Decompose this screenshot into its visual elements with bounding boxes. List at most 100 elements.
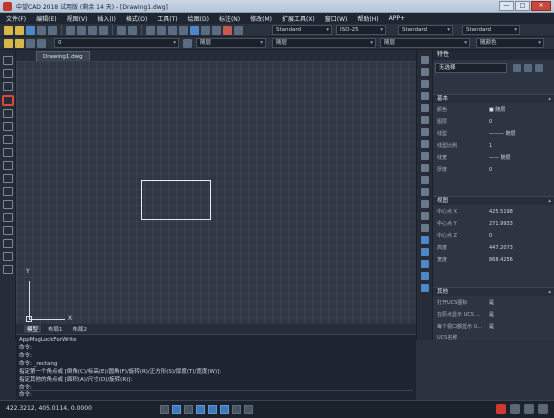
osnap-toggle-icon[interactable]	[208, 405, 217, 414]
property-row[interactable]: 宽度 868.4256	[433, 255, 554, 265]
region-icon[interactable]	[3, 239, 13, 248]
erase-icon[interactable]	[421, 56, 429, 64]
match-properties-icon[interactable]	[99, 25, 108, 35]
tab-model[interactable]: 模型	[24, 325, 42, 333]
new-file-icon[interactable]	[4, 25, 13, 35]
trim-icon[interactable]	[421, 164, 429, 172]
menu-window[interactable]: 窗口(W)	[325, 14, 348, 23]
circle-icon[interactable]	[3, 122, 13, 131]
clean-screen-icon[interactable]	[538, 404, 548, 414]
menu-modify[interactable]: 修改(M)	[250, 14, 272, 23]
print-preview-icon[interactable]	[48, 25, 57, 35]
section-misc[interactable]: 其他 ▴	[433, 287, 554, 296]
redo-icon[interactable]	[128, 25, 137, 35]
help-icon[interactable]	[234, 25, 243, 35]
zoom-previous-icon[interactable]	[179, 25, 188, 35]
menu-extend-tools[interactable]: 扩展工具(X)	[282, 14, 315, 23]
minimize-button[interactable]: —	[499, 1, 514, 11]
otrack-toggle-icon[interactable]	[220, 405, 229, 414]
property-row[interactable]: 图层 0	[433, 117, 554, 127]
make-block-icon[interactable]	[3, 200, 13, 209]
tab-layout1[interactable]: 布局1	[45, 325, 66, 333]
section-basic[interactable]: 基本 ▴	[433, 94, 554, 103]
print-icon[interactable]	[37, 25, 46, 35]
break-icon[interactable]	[421, 188, 429, 196]
grid-toggle-icon[interactable]	[172, 405, 181, 414]
lock-icon[interactable]	[37, 38, 46, 48]
selection-select[interactable]: 无选择	[435, 63, 507, 73]
edit-text-icon[interactable]	[421, 272, 429, 280]
undo-icon[interactable]	[117, 25, 126, 35]
toggle-pickadd-icon[interactable]	[513, 64, 521, 72]
table-icon[interactable]	[3, 252, 13, 261]
scale-icon[interactable]	[421, 140, 429, 148]
linetype-select[interactable]: 随层 ▾	[272, 38, 376, 48]
menu-dimension[interactable]: 标注(N)	[219, 14, 240, 23]
multileader-style-select[interactable]: Standard ▾	[462, 25, 520, 35]
ellipse-arc-icon[interactable]	[3, 174, 13, 183]
tab-layout2[interactable]: 布局2	[70, 325, 91, 333]
property-row[interactable]: 在原点显示 UCS … 是	[433, 310, 554, 320]
property-row[interactable]: 中心点 Y 271.9933	[433, 219, 554, 229]
annotation-scale-icon[interactable]	[524, 404, 534, 414]
color-select[interactable]: 随层 ▾	[196, 38, 266, 48]
layer-select[interactable]: 0 ▾	[54, 38, 179, 48]
property-row[interactable]: 中心点 X 425.5198	[433, 207, 554, 217]
maximize-button[interactable]: □	[515, 1, 530, 11]
property-row[interactable]: 线宽 —— 随层	[433, 153, 554, 163]
menu-app[interactable]: APP+	[389, 15, 405, 22]
cut-icon[interactable]	[66, 25, 75, 35]
menu-file[interactable]: 文件(F)	[6, 14, 26, 23]
menu-edit[interactable]: 编辑(E)	[36, 14, 56, 23]
menu-help[interactable]: 帮助(H)	[357, 14, 378, 23]
layer-manager-icon[interactable]	[4, 38, 13, 48]
command-input[interactable]: 命令:	[19, 390, 413, 398]
property-row[interactable]: UCS名称	[433, 333, 554, 343]
array-icon[interactable]	[421, 104, 429, 112]
fillet-icon[interactable]	[421, 224, 429, 232]
tool-palette-icon[interactable]	[212, 25, 221, 35]
save-icon[interactable]	[26, 25, 35, 35]
explode-icon[interactable]	[421, 236, 429, 244]
offset-icon[interactable]	[421, 92, 429, 100]
move-icon[interactable]	[421, 116, 429, 124]
xline-icon[interactable]	[3, 69, 13, 78]
make-current-layer-icon[interactable]	[183, 39, 192, 48]
copy-icon[interactable]	[77, 25, 86, 35]
light-bulb-icon[interactable]	[15, 38, 24, 48]
line-icon[interactable]	[3, 56, 13, 65]
tab-drawing1[interactable]: Drawing1.dwg	[36, 51, 90, 61]
insert-block-icon[interactable]	[3, 187, 13, 196]
drawing-canvas[interactable]: Y X	[16, 61, 416, 324]
hatch-icon[interactable]	[3, 226, 13, 235]
property-row[interactable]: 每个视口都显示 U… 是	[433, 322, 554, 332]
polar-toggle-icon[interactable]	[196, 405, 205, 414]
sun-icon[interactable]	[26, 38, 35, 48]
property-row[interactable]: 中心点 Z0	[433, 231, 554, 241]
rectangle-entity[interactable]	[141, 180, 211, 220]
menu-format[interactable]: 格式(O)	[126, 14, 147, 23]
stretch-icon[interactable]	[421, 152, 429, 160]
paste-icon[interactable]	[88, 25, 97, 35]
pan-icon[interactable]	[146, 25, 155, 35]
design-center-icon[interactable]	[201, 25, 210, 35]
close-button[interactable]: ✕	[531, 1, 551, 11]
quick-select-icon[interactable]	[535, 64, 543, 72]
workspace-icon[interactable]	[510, 404, 520, 414]
open-file-icon[interactable]	[15, 25, 24, 35]
point-icon[interactable]	[3, 213, 13, 222]
polyline-icon[interactable]	[3, 82, 13, 91]
rectangle-icon[interactable]	[3, 96, 13, 105]
menu-tools[interactable]: 工具(T)	[157, 14, 177, 23]
menu-view[interactable]: 视图(V)	[67, 14, 88, 23]
dim-style-select[interactable]: ISO-25 ▾	[336, 25, 386, 35]
lineweight-toggle-icon[interactable]	[232, 405, 241, 414]
property-row[interactable]: 颜色 ■ 随层	[433, 105, 554, 115]
mirror-icon[interactable]	[421, 80, 429, 88]
chamfer-icon[interactable]	[421, 212, 429, 220]
property-row[interactable]: 厚度 0	[433, 165, 554, 175]
app-status-icon[interactable]	[496, 404, 506, 414]
snap-toggle-icon[interactable]	[160, 405, 169, 414]
multiline-text-icon[interactable]	[3, 265, 13, 274]
arc-icon[interactable]	[3, 109, 13, 118]
